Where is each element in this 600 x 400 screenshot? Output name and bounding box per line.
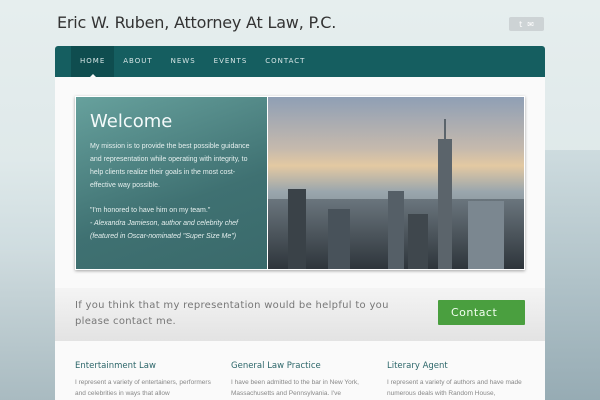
hero-banner: Welcome My mission is to provide the bes… xyxy=(75,96,525,270)
nav-events[interactable]: EVENTS xyxy=(205,46,257,77)
contact-button[interactable]: Contact xyxy=(438,300,525,325)
email-icon[interactable]: ✉ xyxy=(527,20,534,29)
service-column: General Law Practice I have been admitte… xyxy=(231,361,387,399)
social-links: t ✉ xyxy=(509,17,544,31)
services-columns: Entertainment Law I represent a variety … xyxy=(75,361,543,399)
attribution-note: (featured in Oscar-nominated "Super Size… xyxy=(90,233,237,240)
service-title[interactable]: Entertainment Law xyxy=(75,361,231,371)
callout-text: If you think that my representation woul… xyxy=(75,300,389,327)
service-text: I represent a variety of authors and hav… xyxy=(387,379,522,397)
city-skyline-photo xyxy=(268,97,524,269)
service-column: Literary Agent I represent a variety of … xyxy=(387,361,543,399)
main-container: HOME ABOUT NEWS EVENTS CONTACT Welcome M… xyxy=(55,46,545,400)
service-title[interactable]: Literary Agent xyxy=(387,361,543,371)
attribution: - Alexandra Jamieson, author and celebri… xyxy=(90,220,238,227)
quote: "I'm honored to have him on my team." xyxy=(90,207,211,214)
twitter-icon[interactable]: t xyxy=(519,20,522,29)
service-text: I have been admitted to the bar in New Y… xyxy=(231,379,359,397)
nav-news[interactable]: NEWS xyxy=(162,46,205,77)
service-column: Entertainment Law I represent a variety … xyxy=(75,361,231,399)
site-title: Eric W. Ruben, Attorney At Law, P.C. xyxy=(57,13,337,32)
nav-contact[interactable]: CONTACT xyxy=(256,46,314,77)
background-skyline xyxy=(540,150,600,400)
nav-about[interactable]: ABOUT xyxy=(114,46,161,77)
service-text: I represent a variety of entertainers, p… xyxy=(75,379,211,397)
welcome-heading: Welcome xyxy=(90,111,173,132)
testimonial: "I'm honored to have him on my team." - … xyxy=(90,204,253,243)
contact-callout: If you think that my representation woul… xyxy=(55,288,545,341)
mission-text: My mission is to provide the best possib… xyxy=(90,143,250,189)
background-skyline xyxy=(0,250,58,400)
service-title[interactable]: General Law Practice xyxy=(231,361,387,371)
main-nav: HOME ABOUT NEWS EVENTS CONTACT xyxy=(55,46,545,77)
nav-home[interactable]: HOME xyxy=(71,46,115,77)
welcome-panel: Welcome My mission is to provide the bes… xyxy=(76,97,267,269)
